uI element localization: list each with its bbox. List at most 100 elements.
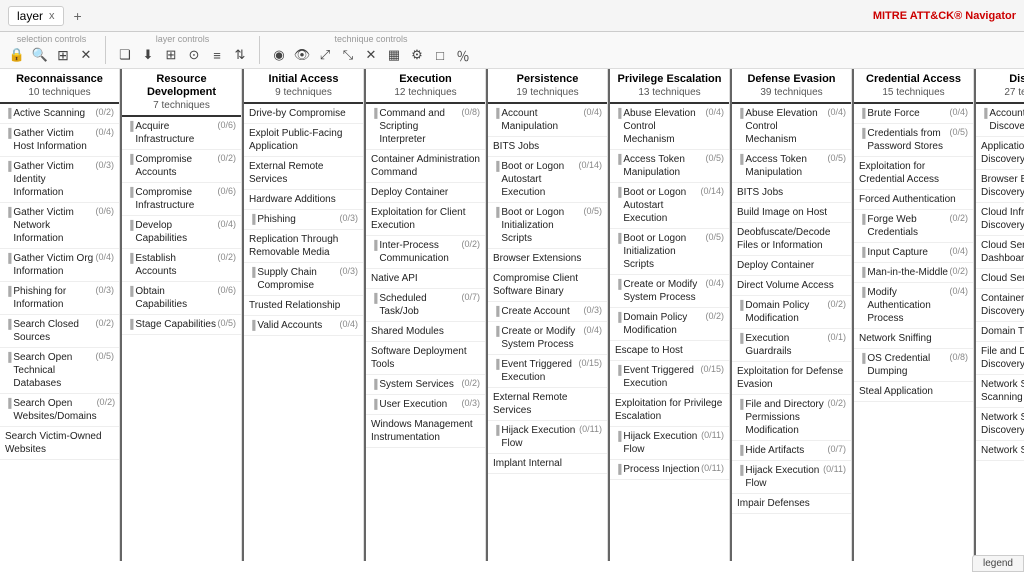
technique-item[interactable]: Implant Internal <box>488 454 607 474</box>
technique-item[interactable]: Network Share Discovery <box>976 408 1024 441</box>
technique-item[interactable]: Cloud Service Discovery <box>976 269 1024 289</box>
technique-item[interactable]: ▐System Services(0/2) <box>366 375 485 395</box>
technique-item[interactable]: Trusted Relationship <box>244 296 363 316</box>
technique-item[interactable]: BITS Jobs <box>732 183 851 203</box>
technique-item[interactable]: Network Sniffing <box>976 441 1024 461</box>
layer-settings-icon[interactable]: ≡ <box>206 44 228 66</box>
technique-item[interactable]: ▐Account Discovery(0/4) <box>976 104 1024 137</box>
grid-icon[interactable]: ⊞ <box>160 44 182 66</box>
expand-icon[interactable]: ⤢ <box>314 44 336 66</box>
technique-item[interactable]: Drive-by Compromise <box>244 104 363 124</box>
technique-item[interactable]: Exploitation for Credential Access <box>854 157 973 190</box>
more-icon[interactable]: ✕ <box>360 44 382 66</box>
technique-item[interactable]: ▐Boot or Logon Autostart Execution(0/14) <box>610 183 729 229</box>
striped-icon[interactable]: ▦ <box>383 44 405 66</box>
technique-item[interactable]: Browser Bookmark Discovery <box>976 170 1024 203</box>
technique-item[interactable]: BITS Jobs <box>488 137 607 157</box>
technique-item[interactable]: ▐Account Manipulation(0/4) <box>488 104 607 137</box>
technique-item[interactable]: Application Window Discovery <box>976 137 1024 170</box>
technique-item[interactable]: Deploy Container <box>732 256 851 276</box>
collapse-icon[interactable]: ⤡ <box>337 44 359 66</box>
technique-item[interactable]: ▐Create or Modify System Process(0/4) <box>610 275 729 308</box>
technique-item[interactable]: ▐File and Directory Permissions Modifica… <box>732 395 851 441</box>
technique-item[interactable]: ▐Gather Victim Org Information(0/4) <box>0 249 119 282</box>
technique-item[interactable]: ▐Forge Web Credentials(0/2) <box>854 210 973 243</box>
legend-bar[interactable]: legend <box>972 555 1024 572</box>
camera-icon[interactable]: ⊙ <box>183 44 205 66</box>
technique-item[interactable]: ▐Abuse Elevation Control Mechanism(0/4) <box>732 104 851 150</box>
technique-item[interactable]: External Remote Services <box>488 388 607 421</box>
technique-item[interactable]: Shared Modules <box>366 322 485 342</box>
technique-item[interactable]: ▐Supply Chain Compromise(0/3) <box>244 263 363 296</box>
technique-item[interactable]: Network Sniffing <box>854 329 973 349</box>
sort-icon[interactable]: ⇅ <box>229 44 251 66</box>
technique-item[interactable]: ▐Abuse Elevation Control Mechanism(0/4) <box>610 104 729 150</box>
technique-item[interactable]: Container and Resource Discovery <box>976 289 1024 322</box>
technique-item[interactable]: Search Victim-Owned Websites <box>0 427 119 460</box>
technique-item[interactable]: ▐Obtain Capabilities(0/6) <box>122 282 241 315</box>
technique-item[interactable]: Deploy Container <box>366 183 485 203</box>
technique-item[interactable]: ▐Man-in-the-Middle(0/2) <box>854 263 973 283</box>
technique-item[interactable]: ▐Search Open Technical Databases(0/5) <box>0 348 119 394</box>
technique-item[interactable]: ▐Process Injection(0/11) <box>610 460 729 480</box>
technique-item[interactable]: Steal Application <box>854 382 973 402</box>
gear-icon[interactable]: ⚙ <box>406 44 428 66</box>
layer-tab[interactable]: layer x <box>8 6 64 26</box>
deselect-icon[interactable]: ✕ <box>75 44 97 66</box>
lock-icon[interactable]: 🔒 <box>6 44 28 66</box>
technique-item[interactable]: Forced Authentication <box>854 190 973 210</box>
technique-item[interactable]: ▐Command and Scripting Interpreter(0/8) <box>366 104 485 150</box>
technique-item[interactable]: ▐Establish Accounts(0/2) <box>122 249 241 282</box>
technique-item[interactable]: ▐Boot or Logon Initialization Scripts(0/… <box>610 229 729 275</box>
technique-item[interactable]: Browser Extensions <box>488 249 607 269</box>
technique-item[interactable]: ▐Boot or Logon Autostart Execution(0/14) <box>488 157 607 203</box>
box-icon[interactable]: □ <box>429 44 451 66</box>
technique-item[interactable]: Cloud Infrastructure Discovery <box>976 203 1024 236</box>
technique-item[interactable]: ▐Event Triggered Execution(0/15) <box>488 355 607 388</box>
technique-item[interactable]: ▐Hide Artifacts(0/7) <box>732 441 851 461</box>
technique-item[interactable]: Exploitation for Privilege Escalation <box>610 394 729 427</box>
technique-item[interactable]: Container Administration Command <box>366 150 485 183</box>
technique-item[interactable]: Software Deployment Tools <box>366 342 485 375</box>
technique-item[interactable]: Cloud Service Dashboard <box>976 236 1024 269</box>
technique-item[interactable]: ▐Active Scanning(0/2) <box>0 104 119 124</box>
technique-item[interactable]: Native API <box>366 269 485 289</box>
technique-item[interactable]: ▐Gather Victim Network Information(0/6) <box>0 203 119 249</box>
filter-icon[interactable]: ⊞ <box>52 44 74 66</box>
technique-item[interactable]: Replication Through Removable Media <box>244 230 363 263</box>
technique-item[interactable]: ▐Create Account(0/3) <box>488 302 607 322</box>
technique-item[interactable]: ▐Domain Policy Modification(0/2) <box>610 308 729 341</box>
technique-item[interactable]: File and Directory Discovery <box>976 342 1024 375</box>
technique-item[interactable]: Exploit Public-Facing Application <box>244 124 363 157</box>
technique-item[interactable]: ▐Phishing(0/3) <box>244 210 363 230</box>
technique-item[interactable]: ▐Gather Victim Identity Information(0/3) <box>0 157 119 203</box>
technique-item[interactable]: Build Image on Host <box>732 203 851 223</box>
technique-item[interactable]: Exploitation for Client Execution <box>366 203 485 236</box>
technique-item[interactable]: Domain Trust Discovery <box>976 322 1024 342</box>
technique-item[interactable]: ▐Gather Victim Host Information(0/4) <box>0 124 119 157</box>
technique-item[interactable]: ▐Input Capture(0/4) <box>854 243 973 263</box>
technique-item[interactable]: ▐Stage Capabilities(0/5) <box>122 315 241 335</box>
technique-item[interactable]: ▐Inter-Process Communication(0/2) <box>366 236 485 269</box>
technique-item[interactable]: ▐Domain Policy Modification(0/2) <box>732 296 851 329</box>
technique-item[interactable]: ▐Boot or Logon Initialization Scripts(0/… <box>488 203 607 249</box>
technique-item[interactable]: Deobfuscate/Decode Files or Information <box>732 223 851 256</box>
percent-icon[interactable]: ％ <box>452 44 474 66</box>
technique-item[interactable]: ▐Hijack Execution Flow(0/11) <box>488 421 607 454</box>
technique-item[interactable]: ▐Search Closed Sources(0/2) <box>0 315 119 348</box>
technique-item[interactable]: Exploitation for Defense Evasion <box>732 362 851 395</box>
technique-item[interactable]: ▐Develop Capabilities(0/4) <box>122 216 241 249</box>
technique-item[interactable]: ▐OS Credential Dumping(0/8) <box>854 349 973 382</box>
technique-item[interactable]: ▐Compromise Accounts(0/2) <box>122 150 241 183</box>
technique-item[interactable]: ▐Scheduled Task/Job(0/7) <box>366 289 485 322</box>
technique-item[interactable]: ▐Create or Modify System Process(0/4) <box>488 322 607 355</box>
technique-item[interactable]: Escape to Host <box>610 341 729 361</box>
technique-item[interactable]: ▐Credentials from Password Stores(0/5) <box>854 124 973 157</box>
tab-close-button[interactable]: x <box>49 10 55 22</box>
technique-item[interactable]: Hardware Additions <box>244 190 363 210</box>
technique-item[interactable]: ▐Hijack Execution Flow(0/11) <box>610 427 729 460</box>
technique-item[interactable]: Impair Defenses <box>732 494 851 514</box>
technique-item[interactable]: ▐Access Token Manipulation(0/5) <box>610 150 729 183</box>
technique-item[interactable]: ▐Modify Authentication Process(0/4) <box>854 283 973 329</box>
technique-item[interactable]: ▐Acquire Infrastructure(0/6) <box>122 117 241 150</box>
